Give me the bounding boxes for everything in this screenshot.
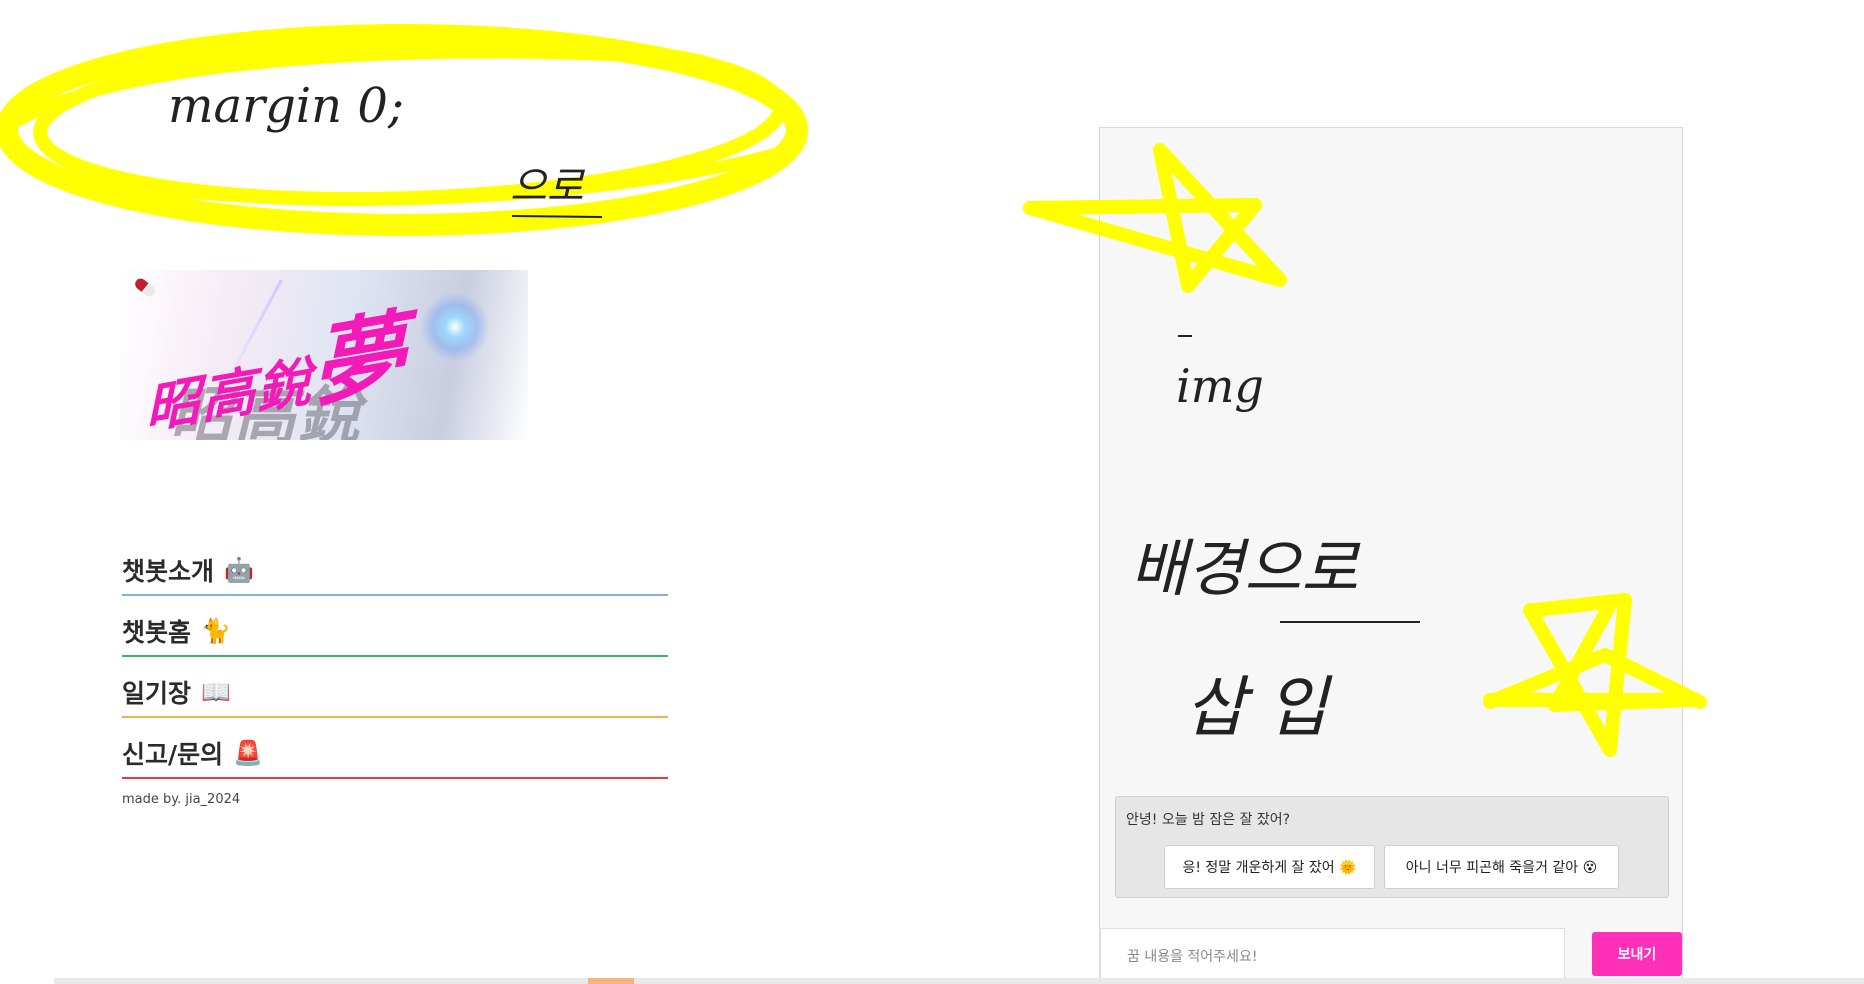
cat-icon: 🐈 [201,617,231,645]
nav-item-diary[interactable]: 일기장 📖 [122,662,668,718]
send-button[interactable]: 보내기 [1592,932,1682,976]
logo-image[interactable]: 昭高銳 昭高銳夢 [120,270,528,440]
scrollbar-thumb[interactable] [588,978,634,984]
nav-item-label: 일기장 [122,679,192,708]
horizontal-scrollbar[interactable] [54,978,1864,984]
nav-item-chatbot-home[interactable]: 챗봇홈 🐈 [122,601,668,657]
siren-icon: 🚨 [233,739,264,767]
nav-item-report[interactable]: 신고/문의 🚨 [122,723,668,779]
reply-choice-tired[interactable]: 아니 너무 피곤해 죽을거 같아 😵 [1384,845,1619,889]
lens-flare-decoration [420,292,490,362]
nav-item-chatbot-intro[interactable]: 챗봇소개 🤖 [122,540,668,596]
bot-message-bubble: 안녕! 오늘 밤 잠은 잘 잤어? 응! 정말 개운하게 잘 잤어 🌞 아니 너… [1115,796,1669,898]
credit-text: made by. jia_2024 [122,792,241,807]
nav-item-label: 챗봇소개 [122,557,215,586]
reply-choice-good-sleep[interactable]: 응! 정말 개운하게 잘 잤어 🌞 [1164,845,1375,889]
logo-main-text: 昭高銳 [144,348,314,440]
bot-message-text: 안녕! 오늘 밤 잠은 잘 잤어? [1126,812,1291,828]
annotation-margin-text: margin 0; [168,78,404,134]
nav-item-label: 신고/문의 [122,740,224,769]
book-icon: 📖 [201,678,231,706]
dream-input[interactable] [1100,928,1565,984]
nav-item-label: 챗봇홈 [122,618,192,647]
pill-icon [132,276,158,299]
logo-big-text: 夢 [309,298,408,421]
page: 昭高銳 昭高銳夢 챗봇소개 🤖 챗봇홈 🐈 일기장 📖 신고/문의 🚨 made… [0,0,1864,984]
main-nav: 챗봇소개 🤖 챗봇홈 🐈 일기장 📖 신고/문의 🚨 [122,540,668,784]
robot-icon: 🤖 [224,556,254,584]
logo-text: 昭高銳夢 [142,279,407,440]
annotation-euro-text: 으로 [510,164,586,210]
highlight-ellipse-scribble [0,24,808,236]
